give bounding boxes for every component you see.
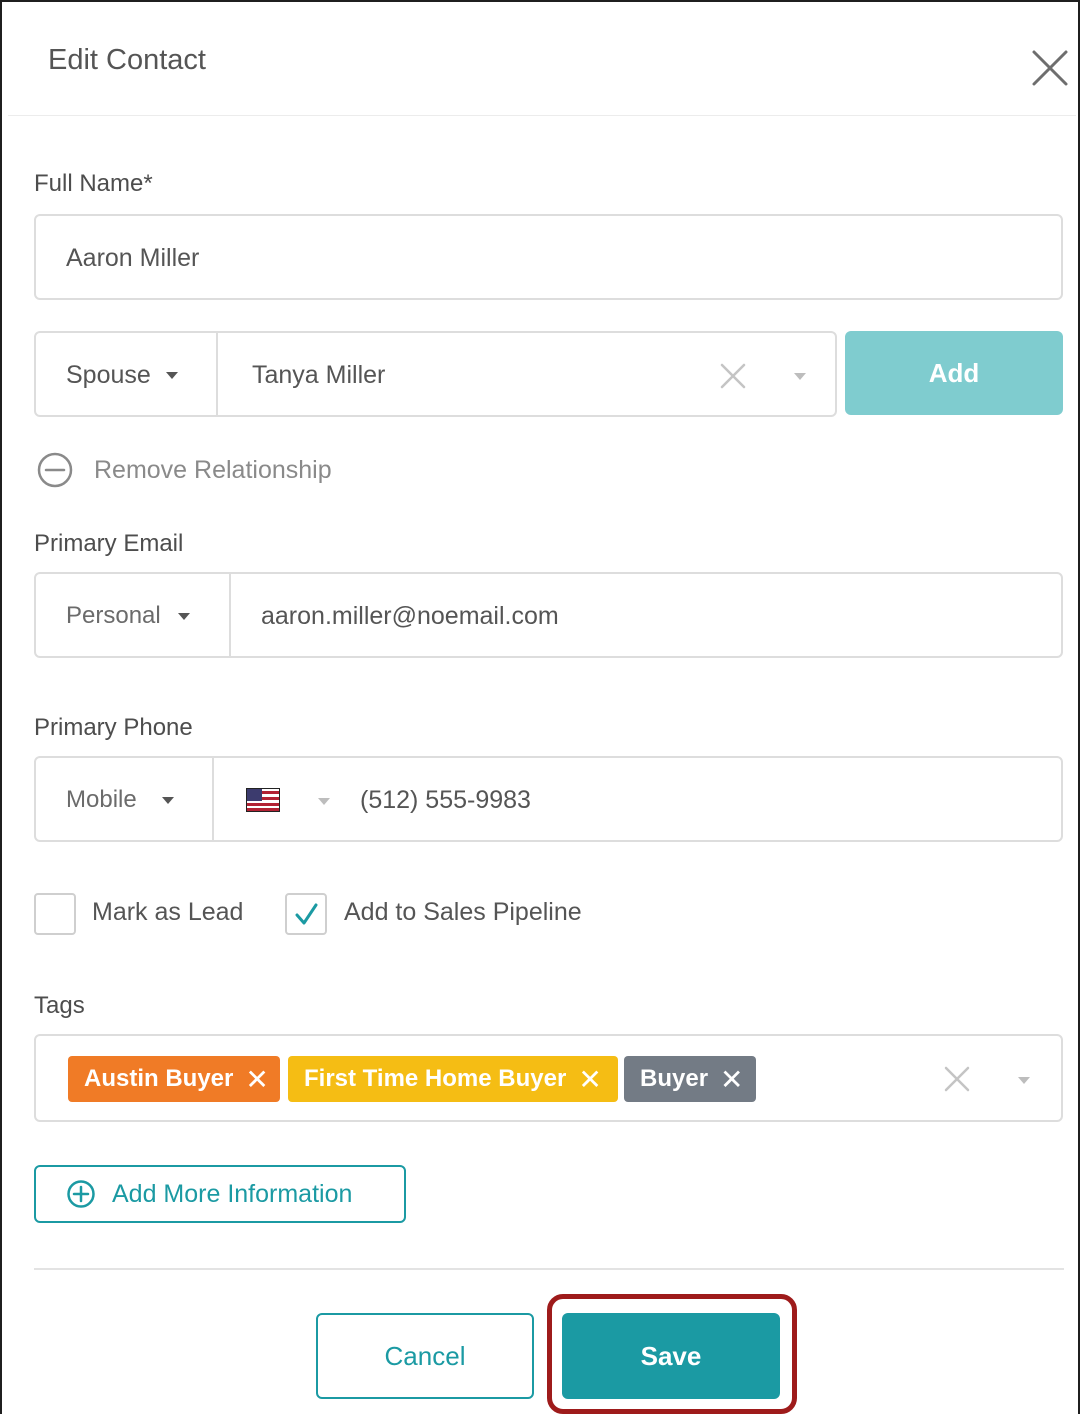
footer-divider [34,1268,1064,1270]
chevron-down-icon [162,797,174,804]
modal-header: Edit Contact [8,8,1076,116]
close-icon[interactable] [1026,44,1074,92]
relationship-contact-value: Tanya Miller [252,361,386,389]
relationship-type-dropdown[interactable]: Spouse [34,331,218,417]
phone-type-dropdown[interactable]: Mobile [34,756,214,842]
tag-chip: First Time Home Buyer ✕ [288,1056,618,1102]
clear-icon[interactable] [942,1064,972,1094]
mark-as-lead-label: Mark as Lead [92,898,244,926]
tag-label: Austin Buyer [84,1065,234,1092]
chevron-down-icon[interactable] [1018,1077,1030,1084]
minus-circle-icon [37,452,73,488]
primary-email-label: Primary Email [34,530,184,557]
tag-label: First Time Home Buyer [304,1065,567,1092]
tag-label: Buyer [640,1065,709,1092]
cancel-button[interactable]: Cancel [316,1313,534,1399]
add-to-pipeline-label: Add to Sales Pipeline [344,898,582,926]
email-value: aaron.miller@noemail.com [261,602,559,630]
email-type-dropdown[interactable]: Personal [34,572,231,658]
chevron-down-icon[interactable] [318,798,330,805]
primary-phone-label: Primary Phone [34,714,193,741]
phone-input[interactable]: (512) 555-9983 [212,756,1063,842]
chevron-down-icon [166,372,178,379]
plus-circle-icon [67,1180,95,1208]
full-name-label: Full Name* [34,170,153,197]
email-type-value: Personal [66,602,161,629]
checkmark-icon [295,903,318,925]
phone-value: (512) 555-9983 [360,786,531,814]
tag-remove-icon[interactable]: ✕ [720,1063,743,1096]
chevron-down-icon [178,613,190,620]
add-relationship-button[interactable]: Add [845,331,1063,415]
remove-relationship-label: Remove Relationship [94,455,332,484]
save-button[interactable]: Save [562,1313,780,1399]
relationship-type-value: Spouse [66,361,151,389]
add-more-information-label: Add More Information [112,1179,353,1208]
tag-remove-icon[interactable]: ✕ [245,1063,268,1096]
tag-remove-icon[interactable]: ✕ [578,1063,601,1096]
modal-title: Edit Contact [48,44,206,76]
tag-chip: Austin Buyer ✕ [68,1056,280,1102]
full-name-value: Aaron Miller [66,244,200,272]
mark-as-lead-checkbox[interactable] [34,893,76,935]
chevron-down-icon[interactable] [794,373,806,380]
add-more-information-button[interactable]: Add More Information [34,1165,406,1223]
full-name-input[interactable]: Aaron Miller [34,214,1063,300]
us-flag-icon[interactable] [245,787,281,817]
tags-label: Tags [34,992,85,1019]
clear-icon[interactable] [718,361,748,391]
add-to-pipeline-checkbox[interactable] [285,893,327,935]
phone-type-value: Mobile [66,786,137,813]
relationship-contact-select[interactable]: Tanya Miller [216,331,837,417]
email-input[interactable]: aaron.miller@noemail.com [229,572,1063,658]
remove-relationship-link[interactable]: Remove Relationship [36,450,332,490]
tag-chip: Buyer ✕ [624,1056,756,1102]
